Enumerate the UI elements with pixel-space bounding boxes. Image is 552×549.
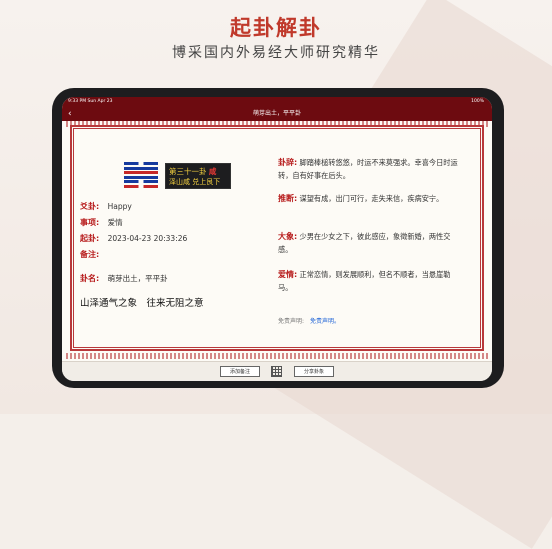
reading-card: 第三十一卦 咸 泽山咸 兑上艮下 爻卦: Happy 事项: 爱情 起卦: 20… (62, 121, 492, 361)
time-row: 起卦: 2023-04-23 20:33:26 (80, 233, 187, 244)
note-label: 备注: (80, 250, 100, 259)
tuiduan-section: 推断: 谋望有成，出门可行，走失来信，疾病安宁。 (278, 193, 464, 206)
guaci-text: 脚踏棒槌转悠悠，时运不来莫强求。幸喜今日时运转，自有好事在后头。 (278, 158, 458, 180)
disclaimer-label: 免责声明: (278, 318, 305, 325)
hexagram-title-box: 第三十一卦 咸 泽山咸 兑上艮下 (165, 163, 231, 189)
bottom-toolbar: 添加备注 分享卦象 (62, 361, 492, 381)
asker-label: 爻卦: (80, 202, 100, 211)
border-pattern-bottom (66, 353, 488, 359)
status-time: 9:33 PM Sun Apr 23 (68, 99, 113, 104)
daxiang-section: 大象: 少男在少女之下，彼此感应，象徵新婚，两性交感。 (278, 231, 464, 256)
nav-bar: ‹ 萌芽出土，平平卦 (62, 107, 492, 121)
summary-text: 山泽通气之象 往来无阻之意 (80, 298, 204, 309)
note-row: 备注: (80, 249, 105, 260)
hexagram-subtitle: 泽山咸 兑上艮下 (169, 178, 221, 186)
hexagram-name: 咸 (208, 167, 217, 176)
aiqing-text: 正常恋情，则发展顺利，但名不顺者，当悬崖勒马。 (278, 270, 451, 292)
tuiduan-text: 谋望有成，出门可行，走失来信，疾病安宁。 (299, 194, 444, 203)
matter-label: 事项: (80, 218, 100, 227)
promo-headline: 起卦解卦 (230, 16, 322, 40)
share-button[interactable]: 分享卦象 (294, 366, 334, 377)
guaci-label: 卦辞: (278, 158, 298, 167)
asker-row: 爻卦: Happy (80, 201, 132, 212)
time-label: 起卦: (80, 234, 100, 243)
hexagram-title: 第三十一卦 咸 (169, 166, 216, 177)
hexagram-icon (124, 162, 158, 188)
aiqing-section: 爱情: 正常恋情，则发展顺利，但名不顺者，当悬崖勒马。 (278, 269, 464, 294)
tuiduan-label: 推断: (278, 194, 298, 203)
name-label: 卦名: (80, 274, 100, 283)
daxiang-text: 少男在少女之下，彼此感应，象徵新婚，两性交感。 (278, 232, 451, 254)
matter-value: 爱情 (107, 218, 123, 227)
promo-subheadline: 博采国内外易经大师研究精华 (172, 45, 380, 61)
matter-row: 事项: 爱情 (80, 217, 123, 228)
asker-value: Happy (107, 202, 132, 211)
battery-indicator: 100% (471, 99, 484, 104)
time-value: 2023-04-23 20:33:26 (107, 234, 188, 243)
qr-code-icon[interactable] (271, 366, 282, 377)
name-row: 卦名: 萌芽出土，平平卦 (80, 273, 168, 284)
add-note-button[interactable]: 添加备注 (220, 366, 260, 377)
name-value: 萌芽出土，平平卦 (107, 274, 168, 283)
hexagram-number: 第三十一卦 (169, 167, 207, 176)
aiqing-label: 爱情: (278, 270, 298, 279)
disclaimer: 免责声明: 免责声明。 (278, 316, 340, 325)
app-screen: 9:33 PM Sun Apr 23 100% ‹ 萌芽出土，平平卦 第三十一卦… (62, 97, 492, 381)
status-bar: 9:33 PM Sun Apr 23 100% (62, 97, 492, 107)
nav-title: 萌芽出土，平平卦 (252, 110, 301, 117)
disclaimer-link[interactable]: 免责声明。 (310, 318, 340, 325)
daxiang-label: 大象: (278, 232, 298, 241)
guaci-section: 卦辞: 脚踏棒槌转悠悠，时运不来莫强求。幸喜今日时运转，自有好事在后头。 (278, 157, 464, 182)
